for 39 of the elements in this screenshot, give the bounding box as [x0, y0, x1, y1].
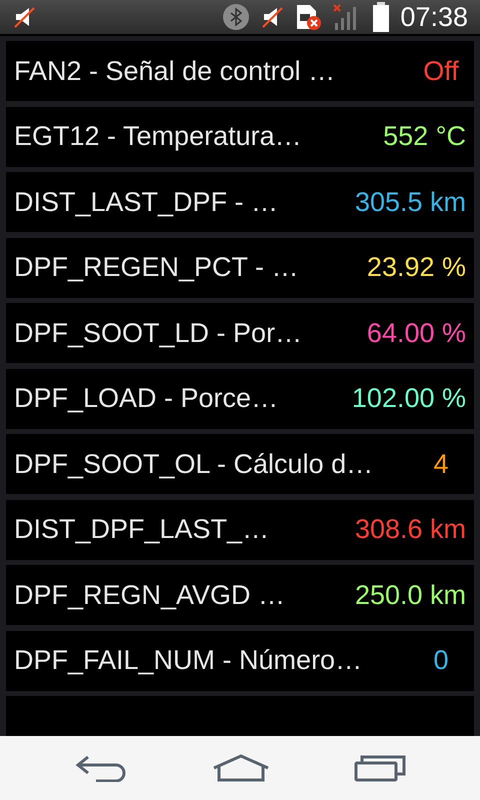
sim-card-error-icon: [294, 3, 322, 31]
parameter-value: 0: [432, 644, 450, 678]
bluetooth-icon: [222, 3, 250, 31]
parameter-value: 23.92 %: [366, 251, 466, 284]
parameter-value: 64.00 %: [366, 316, 466, 350]
parameter-name: FAN2 - Señal de control …: [14, 54, 336, 88]
parameter-value: 305.5 km: [354, 186, 466, 219]
parameter-value: 102.00 %: [352, 382, 466, 416]
data-row[interactable]: EGT12 - Temperatura… 552 °C: [6, 106, 474, 166]
parameter-name: DPF_SOOT_LD - Por…: [14, 316, 304, 350]
home-icon[interactable]: [212, 754, 270, 782]
parameter-value: 552 °C: [383, 120, 466, 154]
parameter-name: DPF_REGN_AVGD …: [14, 578, 286, 612]
data-row[interactable]: DPF_SOOT_LD - Por… 64.00 %: [6, 303, 474, 363]
parameter-name: DIST_LAST_DPF - …: [14, 186, 280, 219]
back-icon[interactable]: [74, 754, 128, 782]
muted-speaker-icon: [260, 5, 284, 29]
parameter-value: 250.0 km: [354, 578, 466, 612]
data-row[interactable]: DPF_LOAD - Porce… 102.00 %: [6, 368, 474, 428]
data-row[interactable]: DPF_SOOT_OL - Cálculo d… 4: [6, 434, 474, 494]
clock-time: 07:38: [400, 4, 468, 30]
parameter-name: DPF_REGEN_PCT - …: [14, 251, 300, 284]
data-row[interactable]: DPF_REGEN_PCT - … 23.92 %: [6, 238, 474, 298]
parameter-value: Off: [422, 54, 460, 88]
data-row[interactable]: DPF_REGN_AVGD … 250.0 km: [6, 565, 474, 625]
data-row[interactable]: FAN2 - Señal de control … Off: [6, 41, 474, 101]
parameter-name: EGT12 - Temperatura…: [14, 120, 303, 154]
parameter-value: 308.6 km: [354, 513, 466, 546]
parameter-name: DPF_FAIL_NUM - Número…: [14, 644, 364, 678]
battery-icon: [372, 2, 390, 32]
muted-speaker-icon: [12, 5, 36, 29]
parameter-value: 4: [432, 448, 450, 481]
data-row[interactable]: DIST_LAST_DPF - … 305.5 km: [6, 172, 474, 232]
parameter-name: DPF_SOOT_OL - Cálculo d…: [14, 448, 374, 481]
recent-apps-icon[interactable]: [354, 754, 406, 782]
data-row[interactable]: DPF_FAIL_NUM - Número… 0: [6, 630, 474, 690]
parameter-name: DPF_LOAD - Porce…: [14, 382, 280, 416]
data-row[interactable]: DIST_DPF_LAST_… 308.6 km: [6, 500, 474, 560]
parameter-name: DIST_DPF_LAST_…: [14, 513, 270, 546]
